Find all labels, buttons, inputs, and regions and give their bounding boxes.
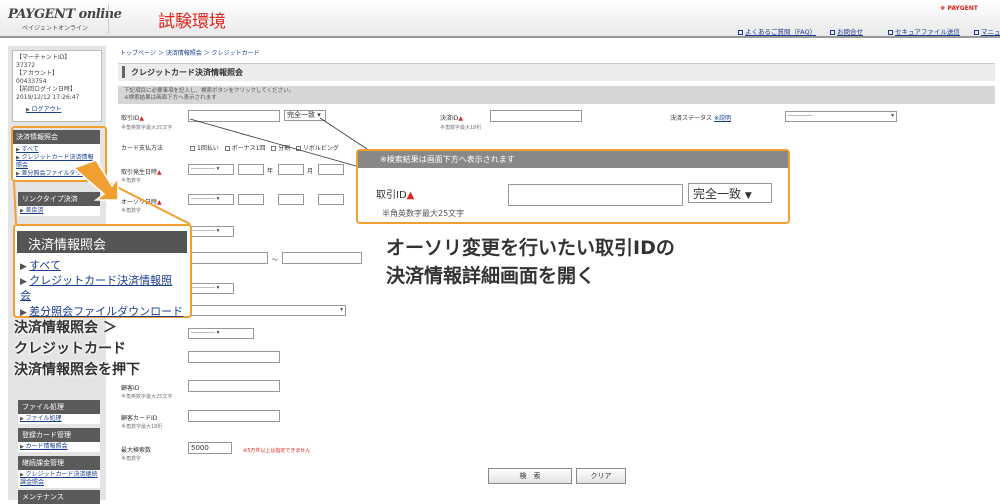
- arrow-right-icon: ▶: [20, 277, 27, 287]
- zoom-menu-item-all[interactable]: ▶ すべて: [20, 257, 61, 273]
- instruction-line: クレジットカード: [14, 341, 126, 357]
- connector-line: [189, 118, 357, 167]
- arrow-right-icon: ▶: [20, 262, 27, 272]
- pointing-hand-icon: [72, 159, 119, 201]
- instruction-line: 決済情報詳細画面を開く: [386, 265, 596, 287]
- zoom-transaction-id-input[interactable]: [508, 184, 683, 206]
- instruction-line: 決済情報照会 ＞: [14, 320, 117, 336]
- main-instruction: オーソリ変更を行いたい取引IDの 決済情報詳細画面を開く: [386, 234, 675, 290]
- zoom-callout-header: ※検索結果は画面下方へ表示されます: [358, 151, 788, 168]
- zoom-transaction-id-hint: 半角英数字最大25文字: [382, 209, 465, 218]
- connector-line: [319, 117, 371, 152]
- dropdown-arrow-icon: ▼: [744, 191, 752, 201]
- zoom-menu-item-credit-card[interactable]: ▶ クレジットカード決済情報照会: [20, 274, 180, 304]
- zoom-transaction-id-label: 取引ID▲: [376, 190, 415, 201]
- connector-line: [13, 181, 17, 225]
- arrow-right-icon: ▶: [20, 308, 27, 317]
- connector-line: [106, 181, 191, 225]
- zoom-match-select[interactable]: 完全一致 ▼: [688, 183, 772, 203]
- instruction-line: 決済情報照会を押下: [14, 362, 140, 378]
- zoom-menu-title: 決済情報照会: [17, 231, 187, 253]
- zoom-menu-item-diff-download[interactable]: ▶ 差分照会ファイルダウンロード: [20, 303, 190, 317]
- instruction-line: オーソリ変更を行いたい取引IDの: [386, 237, 675, 259]
- required-mark-icon: ▲: [406, 190, 415, 201]
- sidebar-instruction: 決済情報照会 ＞ クレジットカード 決済情報照会を押下: [14, 318, 140, 381]
